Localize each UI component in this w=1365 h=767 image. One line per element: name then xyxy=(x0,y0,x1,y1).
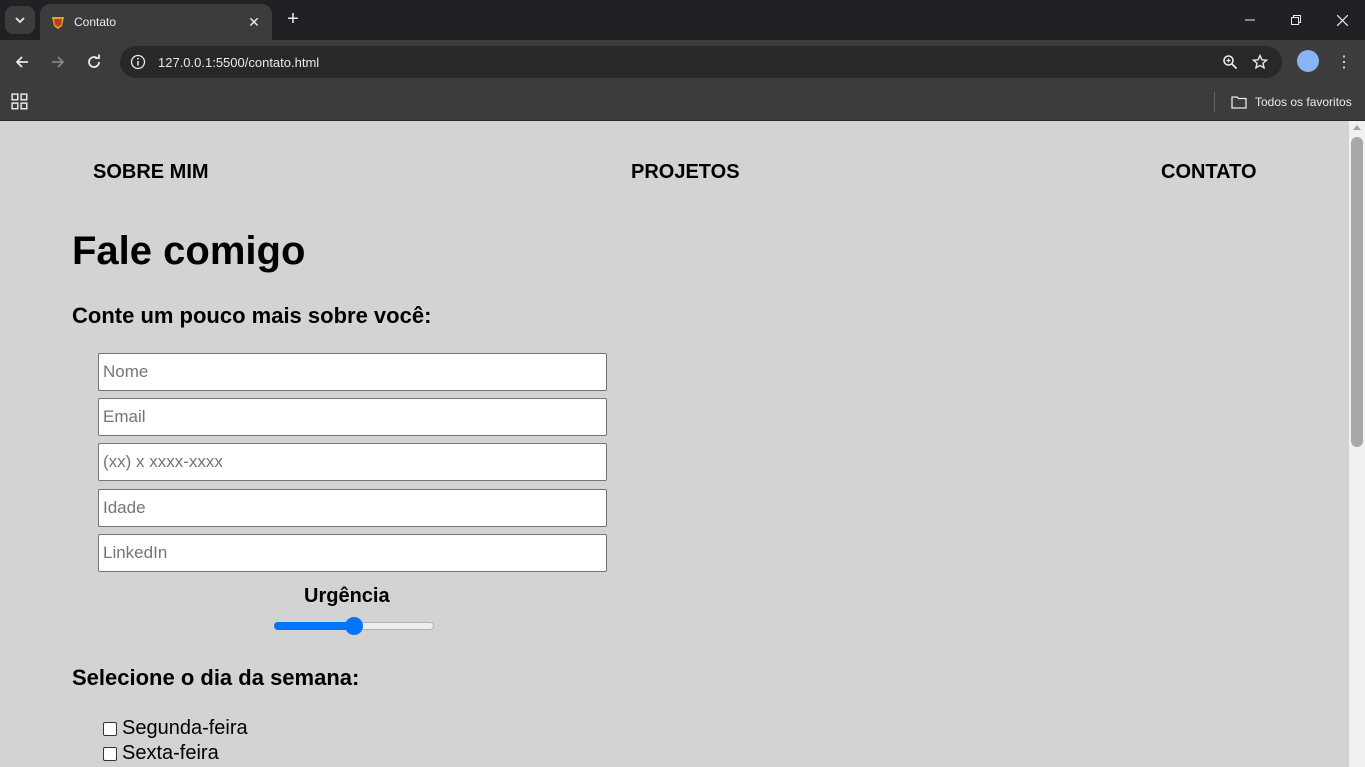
age-field[interactable] xyxy=(98,489,607,527)
tab-title: Contato xyxy=(74,15,117,29)
weekday-label: Sexta-feira xyxy=(122,742,219,764)
browser-tab[interactable]: Contato ✕ xyxy=(40,4,272,40)
scroll-up-arrow-icon[interactable] xyxy=(1353,125,1361,130)
close-window-button[interactable] xyxy=(1319,0,1365,40)
star-icon[interactable] xyxy=(1252,54,1268,70)
url-text[interactable]: 127.0.0.1:5500/contato.html xyxy=(158,55,1222,70)
reload-icon xyxy=(88,54,100,68)
checkbox[interactable] xyxy=(103,746,117,761)
bookmarks-divider xyxy=(1214,92,1215,112)
arrow-right-icon xyxy=(52,56,65,68)
window-controls xyxy=(1227,0,1365,40)
checkbox[interactable] xyxy=(103,721,117,736)
info-icon[interactable] xyxy=(130,54,146,70)
nav-link-contato[interactable]: CONTATO xyxy=(1161,161,1257,184)
linkedin-field[interactable] xyxy=(98,534,607,572)
favicon-icon xyxy=(52,17,64,29)
back-button[interactable] xyxy=(8,48,36,76)
new-tab-button[interactable]: + xyxy=(282,8,304,32)
forward-button[interactable] xyxy=(44,48,72,76)
profile-avatar[interactable] xyxy=(1297,50,1319,72)
urgency-label: Urgência xyxy=(304,585,390,607)
close-tab-icon[interactable]: ✕ xyxy=(246,14,262,31)
minimize-button[interactable] xyxy=(1227,0,1273,40)
reload-button[interactable] xyxy=(80,48,108,76)
folder-icon xyxy=(1231,96,1247,109)
menu-icon[interactable]: ⋮ xyxy=(1334,48,1354,76)
scroll-thumb[interactable] xyxy=(1351,137,1363,447)
restore-button[interactable] xyxy=(1273,0,1319,40)
close-icon xyxy=(1336,14,1348,26)
arrow-left-icon xyxy=(15,56,28,68)
url-host: 127.0.0.1 xyxy=(158,54,213,70)
browser-toolbar: 127.0.0.1:5500/contato.html ⋮ xyxy=(0,40,1365,84)
page-title: Fale comigo xyxy=(72,229,306,273)
phone-field[interactable] xyxy=(98,443,607,481)
all-bookmarks-folder[interactable]: Todos os favoritos xyxy=(1231,92,1352,112)
vertical-scrollbar[interactable] xyxy=(1349,121,1365,767)
form-subtitle: Conte um pouco mais sobre você: xyxy=(72,303,432,328)
name-field[interactable] xyxy=(98,353,607,391)
email-field[interactable] xyxy=(98,398,607,436)
weekday-option-sexta[interactable]: Sexta-feira xyxy=(103,742,219,765)
tab-strip: Contato ✕ + xyxy=(0,0,1365,40)
chevron-down-icon xyxy=(15,17,25,24)
tab-search-button[interactable] xyxy=(5,6,35,34)
minimize-icon xyxy=(1245,19,1255,21)
slider-fill xyxy=(274,622,354,630)
nav-link-projetos[interactable]: PROJETOS xyxy=(631,161,740,184)
weekday-label: Segunda-feira xyxy=(122,717,248,739)
slider-thumb[interactable] xyxy=(345,617,363,635)
bookmarks-bar: Todos os favoritos xyxy=(0,84,1365,121)
address-bar[interactable]: 127.0.0.1:5500/contato.html xyxy=(120,46,1282,78)
urgency-slider[interactable] xyxy=(274,617,434,635)
page-viewport: SOBRE MIM PROJETOS CONTATO Fale comigo C… xyxy=(0,121,1349,767)
zoom-icon[interactable] xyxy=(1222,54,1238,70)
restore-icon xyxy=(1291,15,1301,25)
apps-grid-icon[interactable] xyxy=(11,93,29,111)
weekday-option-segunda[interactable]: Segunda-feira xyxy=(103,717,248,740)
all-bookmarks-label: Todos os favoritos xyxy=(1255,95,1352,109)
weekday-title: Selecione o dia da semana: xyxy=(72,665,360,690)
url-path: :5500/contato.html xyxy=(212,54,320,70)
nav-link-sobre-mim[interactable]: SOBRE MIM xyxy=(93,161,209,184)
